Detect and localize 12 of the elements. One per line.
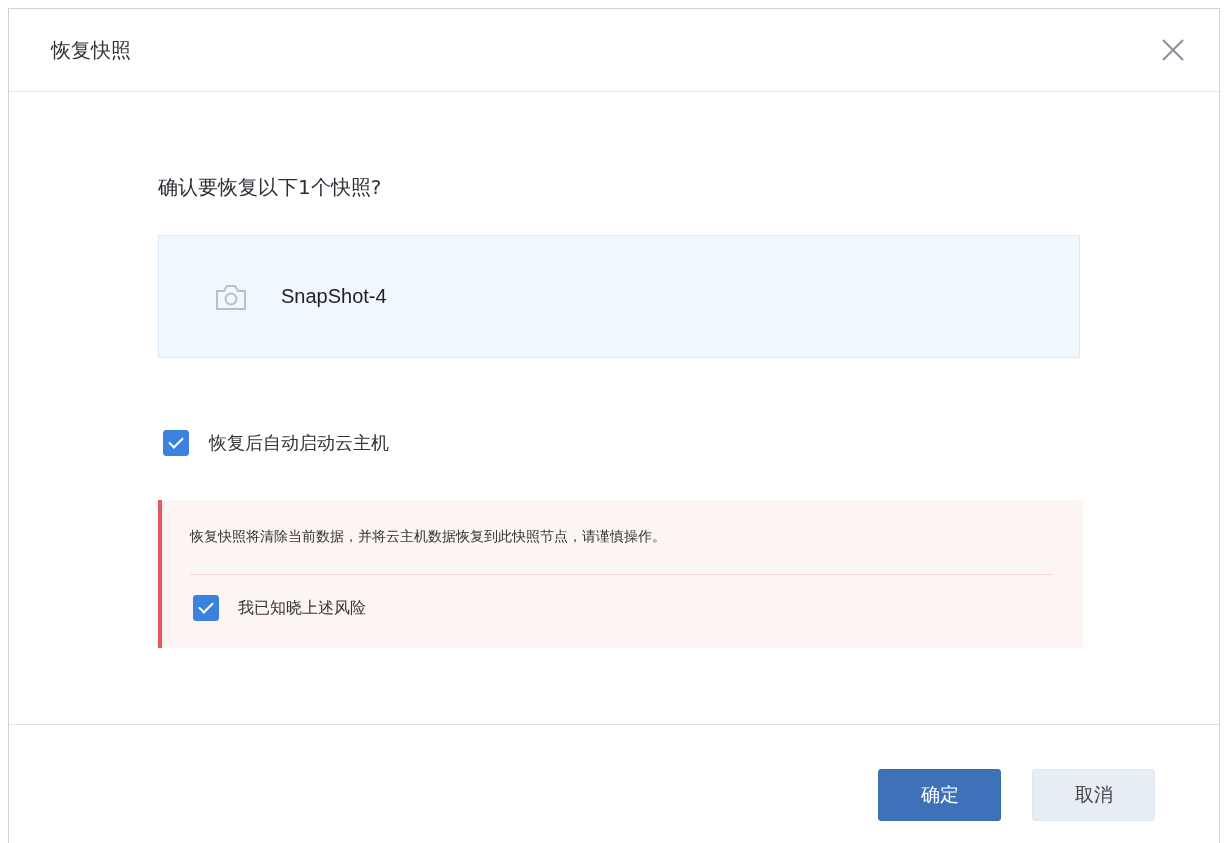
checkbox[interactable] (163, 430, 189, 456)
checkbox[interactable] (193, 595, 219, 621)
dialog-title: 恢复快照 (51, 36, 131, 64)
checkbox-label: 我已知晓上述风险 (238, 597, 366, 619)
snapshot-name: SnapShot-4 (281, 285, 387, 308)
confirm-question: 确认要恢复以下1个快照? (158, 174, 383, 200)
cancel-button[interactable]: 取消 (1032, 769, 1155, 821)
camera-icon (215, 282, 247, 311)
close-icon[interactable] (1161, 38, 1185, 62)
confirm-button[interactable]: 确定 (878, 769, 1001, 821)
warning-message: 恢复快照将清除当前数据，并将云主机数据恢复到此快照节点，请谨慎操作。 (190, 527, 667, 546)
checkbox-label: 恢复后自动启动云主机 (209, 431, 389, 455)
